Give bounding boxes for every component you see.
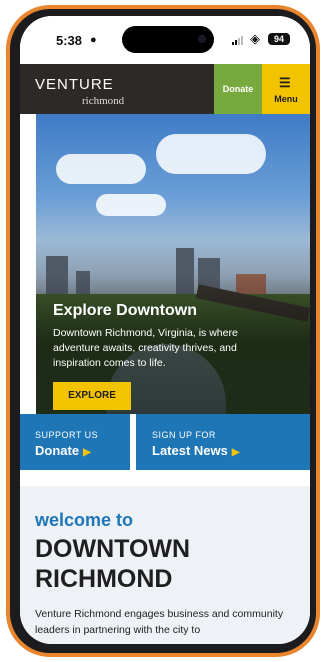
arrow-right-icon: ▶	[231, 447, 240, 458]
status-bar: 5:38 ● ◈ 94	[20, 16, 310, 64]
wifi-icon: ◈	[250, 31, 260, 46]
battery-icon: 94	[268, 33, 290, 45]
arrow-right-icon: ▶	[83, 447, 91, 458]
welcome-kicker: welcome to	[35, 510, 134, 530]
hero-title: Explore Downtown	[53, 302, 197, 319]
venture-richmond-logo[interactable]: VENTURE richmond	[35, 76, 145, 110]
site-header: VENTURE richmond Donate ☰ Menu	[20, 64, 310, 114]
welcome-body: Venture Richmond engages business and co…	[35, 608, 284, 636]
logo-wordmark: VENTURE	[35, 76, 114, 93]
welcome-heading: DOWNTOWN RICHMOND	[35, 535, 191, 593]
hero-section: Explore Downtown Downtown Richmond, Virg…	[20, 114, 310, 414]
cta-row: SUPPORT US Donate ▶ SIGN UP FOR Latest Ne…	[20, 414, 310, 486]
explore-button[interactable]: EXPLORE	[53, 382, 131, 410]
camera-icon	[198, 35, 206, 43]
hero-description: Downtown Richmond, Virginia, is where ad…	[53, 327, 238, 369]
support-donate-link[interactable]: SUPPORT US Donate ▶	[20, 414, 130, 470]
menu-label: Menu	[274, 94, 298, 104]
dynamic-island	[122, 26, 214, 53]
signup-news-link[interactable]: SIGN UP FOR Latest News ▶	[136, 414, 310, 470]
support-label: SUPPORT US	[35, 430, 99, 440]
menu-search-icon: ☰	[279, 75, 291, 90]
logo-subtitle: richmond	[82, 95, 125, 107]
phone-screen: 5:38 ● ◈ 94 VENTURE richmond Donate ☰ Me…	[20, 16, 310, 644]
latest-news-text: Latest News ▶	[152, 443, 240, 458]
donate-cta-text: Donate ▶	[35, 443, 91, 458]
donate-nav-button[interactable]: Donate	[214, 64, 262, 114]
status-time: 5:38	[56, 33, 83, 48]
person-icon: ●	[90, 34, 97, 46]
signup-label: SIGN UP FOR	[152, 430, 216, 440]
signal-icon	[232, 35, 246, 45]
welcome-section: welcome to DOWNTOWN RICHMOND Venture Rich…	[20, 486, 310, 644]
menu-button[interactable]: ☰ Menu	[262, 64, 310, 114]
